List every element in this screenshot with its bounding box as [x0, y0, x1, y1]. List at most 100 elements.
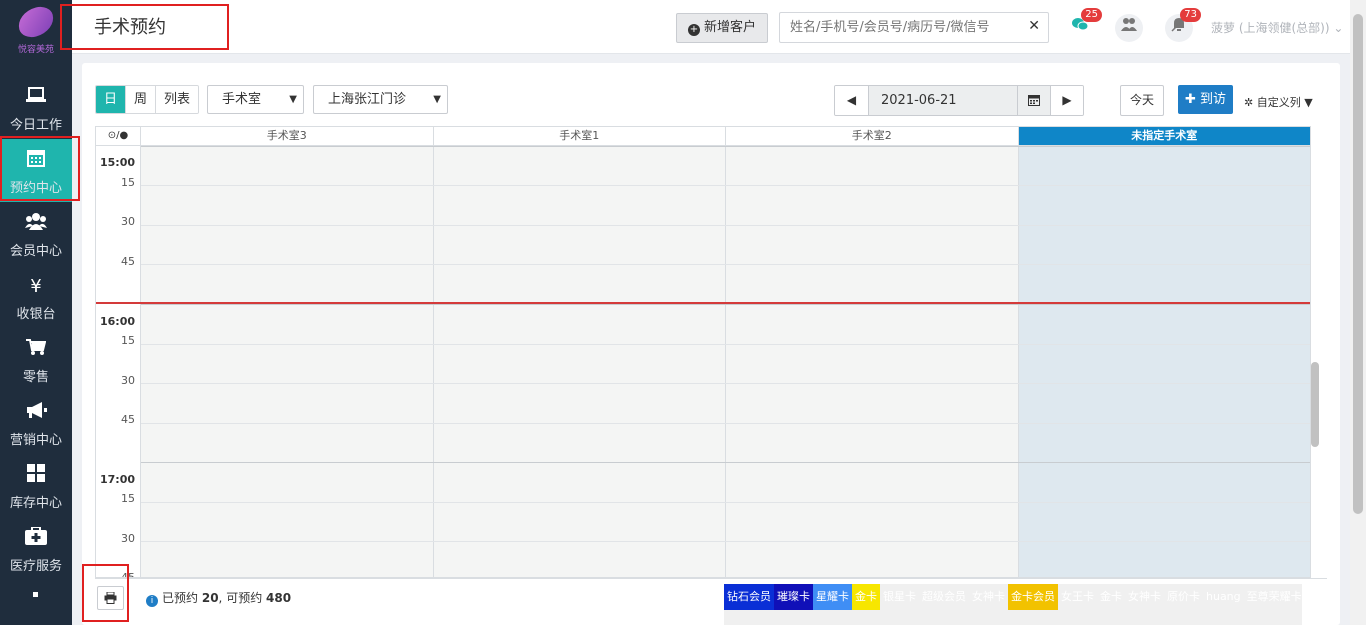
room-type-select[interactable]: 手术室 ▼: [207, 85, 304, 114]
sidebar: 悦容美苑 今日工作 预约中心 会员中心 ¥ 收银台 零售 营销中心 库存中心 医…: [0, 0, 80, 625]
view-day-button[interactable]: 日: [96, 86, 127, 113]
booked-count: 20: [201, 591, 219, 605]
time-column: 15:00 15 30 45 16:00 15 30 45 17:00 15 3…: [96, 146, 141, 577]
room-column[interactable]: [141, 146, 434, 577]
time-label: 30: [121, 532, 135, 545]
wechat-messages-button[interactable]: 25: [1066, 8, 1102, 42]
notifications-button[interactable]: 73: [1165, 8, 1201, 42]
laptop-icon: [0, 86, 72, 110]
brand-name: 悦容美苑: [17, 45, 54, 55]
search-input[interactable]: [780, 13, 1010, 42]
current-time-line: [96, 302, 1310, 304]
users-icon: [0, 212, 72, 236]
sidebar-item-retail[interactable]: 零售: [0, 328, 72, 391]
legend-chip: 银星卡: [880, 584, 919, 610]
view-list-button[interactable]: 列表: [156, 86, 199, 113]
hour-line: [141, 304, 1310, 305]
clinic-select[interactable]: 上海张江门诊 ▼: [313, 85, 448, 114]
date-field[interactable]: 2021-06-21: [868, 86, 1050, 115]
grid-scrollbar[interactable]: [1311, 143, 1319, 578]
view-week-button[interactable]: 周: [126, 86, 157, 113]
room-header[interactable]: 手术室2: [726, 127, 1019, 145]
hour-line: [141, 462, 1310, 463]
quarter-line: [141, 502, 1310, 503]
clear-icon[interactable]: ✕: [1028, 18, 1040, 34]
team-button[interactable]: [1115, 14, 1143, 42]
time-label: 30: [121, 215, 135, 228]
highlight-box: [60, 4, 229, 50]
time-label: 15: [121, 334, 135, 347]
room-column[interactable]: [1018, 146, 1310, 577]
scroll-thumb[interactable]: [1311, 362, 1319, 447]
quarter-line: [141, 344, 1310, 345]
date-navigator: ◀ 2021-06-21 ▶: [834, 85, 1084, 116]
chevron-down-icon: ▼: [289, 94, 297, 105]
sidebar-item-cashier[interactable]: ¥ 收银台: [0, 265, 72, 328]
more-indicator[interactable]: [33, 592, 38, 597]
room-column[interactable]: [726, 146, 1019, 577]
legend-chip: 璀璨卡: [774, 584, 813, 610]
room-header[interactable]: 手术室1: [434, 127, 726, 145]
plus-circle-icon: +: [687, 24, 700, 36]
sidebar-item-label: 今日工作: [9, 118, 62, 133]
chevron-down-icon: ⌄: [1333, 21, 1344, 35]
logo[interactable]: 悦容美苑: [10, 3, 62, 62]
next-day-button[interactable]: ▶: [1050, 86, 1083, 115]
sidebar-item-today-work[interactable]: 今日工作: [0, 76, 72, 139]
time-label: 45: [121, 255, 135, 268]
schedule-card: 日 周 列表 手术室 ▼ 上海张江门诊 ▼ ◀ 2021-06-21 ▶ 今天 …: [82, 63, 1340, 625]
room-header[interactable]: 手术室3: [141, 127, 434, 145]
highlight-box: [82, 564, 129, 622]
prev-day-button[interactable]: ◀: [835, 86, 868, 115]
person-icon: ●: [119, 130, 129, 141]
megaphone-icon: [0, 401, 72, 425]
legend-chip: 女神卡: [1125, 584, 1164, 610]
legend-chip: 女王卡: [1058, 584, 1097, 610]
room-column[interactable]: [433, 146, 726, 577]
today-button[interactable]: 今天: [1120, 85, 1164, 116]
room-header[interactable]: 未指定手术室: [1018, 127, 1310, 145]
custom-columns-label: 自定义列: [1256, 96, 1301, 109]
time-label: 30: [121, 374, 135, 387]
time-person-toggle[interactable]: ⊙/●: [96, 127, 141, 145]
sidebar-item-inventory-center[interactable]: 库存中心: [0, 454, 72, 517]
legend-row-overflow: [724, 610, 1302, 625]
quarter-line: [141, 541, 1310, 542]
legend-chip: 钻石会员: [724, 584, 774, 610]
scroll-thumb[interactable]: [1353, 14, 1363, 514]
legend-chip: 星耀卡: [813, 584, 852, 610]
chevron-down-icon: ▼: [433, 94, 441, 105]
user-menu[interactable]: 菠萝 (上海领健(总部)) ⌄: [1211, 19, 1343, 36]
caret-down-icon: ▼: [1304, 96, 1313, 109]
time-label: 17:00: [99, 473, 135, 486]
calendar-icon[interactable]: [1017, 86, 1050, 115]
quarter-line: [141, 383, 1310, 384]
time-label: 15:00: [99, 156, 135, 169]
sidebar-item-marketing-center[interactable]: 营销中心: [0, 391, 72, 454]
sidebar-item-medical-service[interactable]: 医疗服务: [0, 517, 72, 580]
quarter-line: [141, 423, 1310, 424]
message-badge: 25: [1081, 8, 1102, 22]
arrive-button[interactable]: ✚ 到访: [1178, 85, 1233, 114]
page-scrollbar[interactable]: [1350, 0, 1366, 625]
sidebar-item-label: 零售: [22, 370, 49, 385]
cart-icon: [0, 338, 72, 362]
gear-icon: ✲: [1244, 96, 1254, 109]
sidebar-item-member-center[interactable]: 会员中心: [0, 202, 72, 265]
date-value: 2021-06-21: [881, 93, 957, 108]
legend-chip: huang: [1203, 584, 1244, 610]
time-label: 45: [121, 413, 135, 426]
new-customer-button[interactable]: + 新增客户: [676, 13, 768, 43]
highlight-box: [0, 136, 80, 201]
clock-icon: ⊙: [107, 130, 117, 141]
sidebar-item-label: 营销中心: [9, 433, 62, 448]
user-name: 菠萝 (上海领健(总部)): [1211, 21, 1330, 35]
legend-chip: 金卡: [1097, 584, 1125, 610]
grid-icon: [0, 464, 72, 488]
time-label: 16:00: [99, 315, 135, 328]
custom-columns-dropdown[interactable]: ✲ 自定义列 ▼: [1244, 94, 1313, 110]
plus-icon: ✚: [1184, 92, 1196, 107]
quarter-line: [141, 264, 1310, 265]
member-card-legend: 钻石会员 璀璨卡 星耀卡 金卡 银星卡 超级会员 女神卡 金卡会员 女王卡 金卡 女神卡 原价卡 hua…: [724, 584, 1302, 625]
legend-chip: 金卡会员: [1008, 584, 1058, 610]
